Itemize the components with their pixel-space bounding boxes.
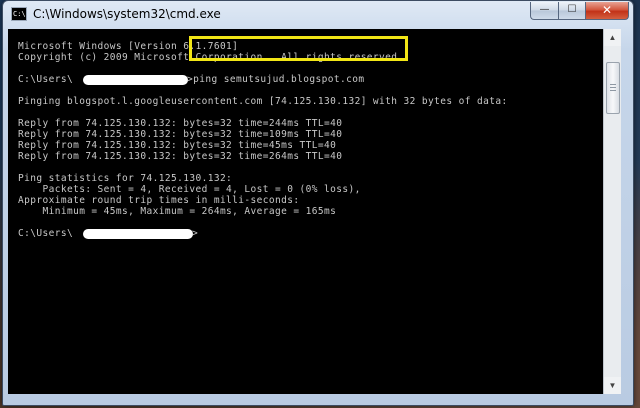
maximize-button[interactable]: ☐ (558, 2, 585, 20)
cmd-app-icon[interactable]: C:\ (11, 7, 27, 21)
scrollbar-thumb[interactable] (606, 62, 620, 114)
console-line: Pinging blogspot.l.googleusercontent.com… (18, 96, 508, 107)
vertical-scrollbar[interactable]: ▲ ▼ (603, 29, 621, 394)
title-bar[interactable]: C:\ C:\Windows\system32\cmd.exe — ☐ ✕ (3, 1, 633, 29)
ping-command: >ping semutsujud.blogspot.com (187, 74, 365, 85)
window-title: C:\Windows\system32\cmd.exe (33, 7, 221, 21)
console-line: Reply from 74.125.130.132: bytes=32 time… (18, 129, 343, 140)
console-line-final-prompt: C:\Users\ (18, 228, 74, 239)
console-line: Ping statistics for 74.125.130.132: (18, 173, 233, 184)
console-line: Minimum = 45ms, Maximum = 264ms, Average… (18, 206, 337, 217)
console-line: Reply from 74.125.130.132: bytes=32 time… (18, 140, 337, 151)
console-line-prompt: C:\Users\ (18, 74, 74, 85)
scroll-down-button[interactable]: ▼ (604, 377, 621, 394)
console-line: Approximate round trip times in milli-se… (18, 195, 300, 206)
minimize-button[interactable]: — (530, 2, 558, 20)
close-button[interactable]: ✕ (585, 2, 629, 20)
redacted-username (83, 75, 188, 85)
command-highlight-box (189, 36, 408, 61)
console-line: Packets: Sent = 4, Received = 4, Lost = … (18, 184, 361, 195)
prompt-caret: > (192, 228, 199, 239)
console-output[interactable]: Microsoft Windows [Version 6.1.7601] Cop… (8, 29, 603, 394)
console-line: Reply from 74.125.130.132: bytes=32 time… (18, 151, 343, 162)
console-line: Reply from 74.125.130.132: bytes=32 time… (18, 118, 343, 129)
redacted-username (83, 229, 193, 239)
scroll-up-button[interactable]: ▲ (604, 29, 621, 46)
